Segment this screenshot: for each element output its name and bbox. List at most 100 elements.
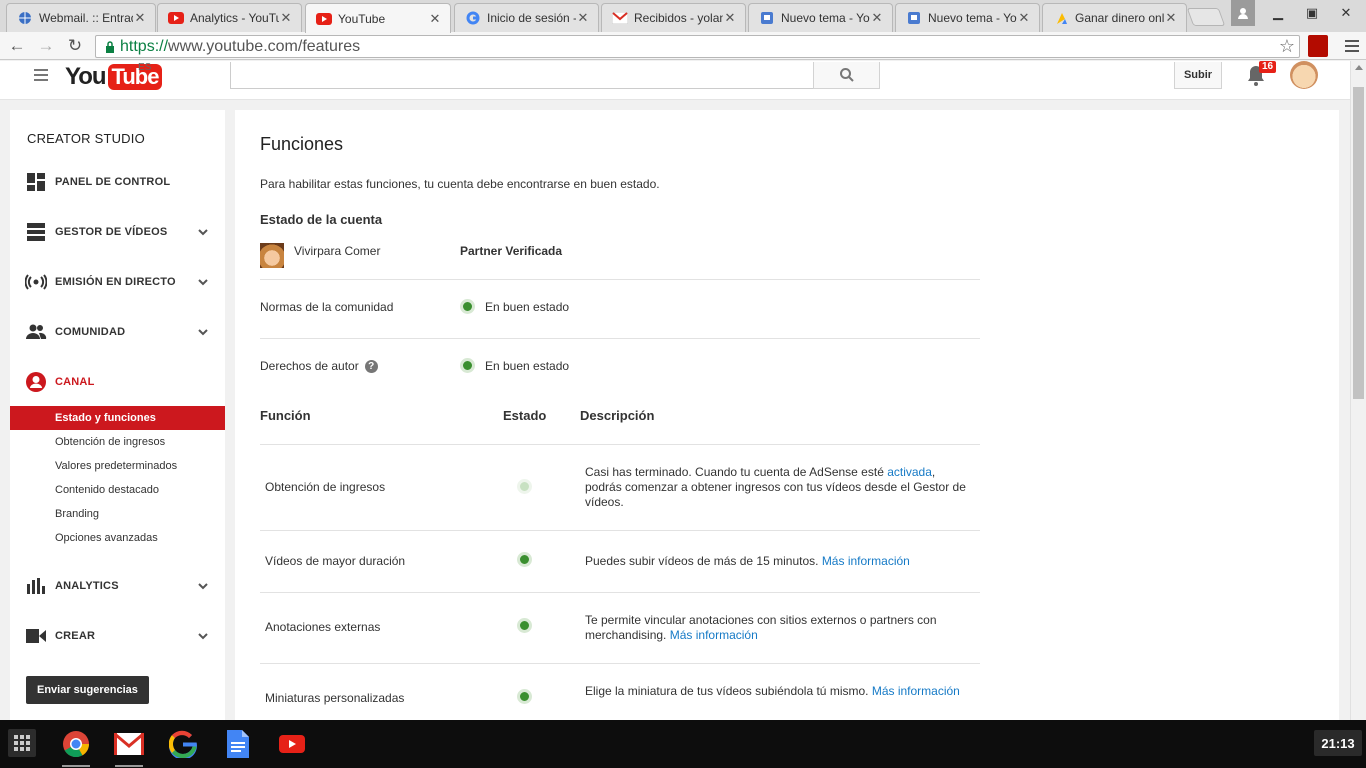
browser-tab[interactable]: Nuevo tema - You ✕ bbox=[895, 3, 1040, 32]
community-guidelines-status: En buen estado bbox=[460, 299, 569, 314]
status-good-icon bbox=[517, 618, 532, 633]
user-profile-icon[interactable] bbox=[1231, 0, 1255, 26]
tab-title: Nuevo tema - You bbox=[781, 11, 870, 25]
feature-description: Te permite vincular anotaciones con siti… bbox=[585, 613, 937, 642]
forum-icon bbox=[906, 10, 922, 26]
guide-menu-icon[interactable] bbox=[34, 69, 48, 81]
browser-tab-active[interactable]: YouTube ✕ bbox=[305, 3, 451, 33]
browser-menu-icon[interactable] bbox=[1342, 35, 1362, 57]
url-scheme: https:// bbox=[120, 37, 169, 55]
search-input[interactable] bbox=[230, 62, 814, 89]
chevron-down-icon[interactable] bbox=[197, 276, 209, 288]
feature-name: Obtención de ingresos bbox=[265, 480, 386, 494]
upload-button[interactable]: Subir bbox=[1174, 62, 1222, 89]
scroll-up-icon[interactable] bbox=[1355, 65, 1363, 70]
close-tab-icon[interactable]: ✕ bbox=[1017, 10, 1031, 26]
column-header-function: Función bbox=[260, 408, 311, 423]
sidebar-subitem-valores-predeterminados[interactable]: Valores predeterminados bbox=[10, 454, 225, 478]
channel-avatar bbox=[260, 243, 284, 268]
status-good-icon bbox=[460, 299, 475, 314]
google-icon[interactable] bbox=[168, 729, 198, 759]
tab-title: Nuevo tema - You bbox=[928, 11, 1017, 25]
sidebar-item-analytics[interactable]: ANALYTICS bbox=[10, 571, 225, 601]
youtube-icon[interactable] bbox=[277, 729, 307, 759]
browser-tab[interactable]: Webmail. :: Entrad ✕ bbox=[6, 3, 156, 32]
active-app-indicator bbox=[115, 765, 143, 767]
new-tab-button[interactable] bbox=[1186, 8, 1226, 26]
chevron-down-icon[interactable] bbox=[197, 630, 209, 642]
chrome-icon[interactable] bbox=[61, 729, 91, 759]
forward-icon[interactable]: → bbox=[35, 35, 57, 57]
sidebar-item-panel-de-control[interactable]: PANEL DE CONTROL bbox=[10, 167, 225, 197]
scroll-thumb[interactable] bbox=[1353, 87, 1364, 399]
youtube-icon bbox=[316, 11, 332, 27]
close-tab-icon[interactable]: ✕ bbox=[576, 10, 590, 26]
divider bbox=[260, 592, 980, 593]
sidebar-item-crear[interactable]: CREAR bbox=[10, 621, 225, 651]
send-feedback-button[interactable]: Enviar sugerencias bbox=[26, 676, 149, 704]
sidebar-item-emision-en-directo[interactable]: EMISIÓN EN DIRECTO bbox=[10, 267, 225, 297]
browser-tab[interactable]: Analytics - YouTul ✕ bbox=[157, 3, 302, 32]
avatar[interactable] bbox=[1290, 61, 1318, 89]
sidebar-subitem-opciones-avanzadas[interactable]: Opciones avanzadas bbox=[10, 526, 225, 550]
browser-tab[interactable]: Ganar dinero onli ✕ bbox=[1042, 3, 1187, 32]
status-pending-icon bbox=[517, 479, 532, 494]
active-app-indicator bbox=[62, 765, 90, 767]
page-scrollbar[interactable] bbox=[1350, 61, 1366, 720]
help-icon[interactable]: ? bbox=[364, 359, 378, 373]
sidebar-item-label: PANEL DE CONTROL bbox=[55, 176, 171, 188]
chevron-down-icon[interactable] bbox=[197, 326, 209, 338]
more-info-link[interactable]: Más información bbox=[670, 628, 758, 642]
status-good-icon bbox=[517, 552, 532, 567]
app-launcher-icon[interactable] bbox=[8, 729, 36, 757]
sidebar-item-label: CREAR bbox=[55, 630, 96, 642]
browser-tab[interactable]: Nuevo tema - You ✕ bbox=[748, 3, 893, 32]
system-clock[interactable]: 21:13 bbox=[1314, 730, 1362, 756]
address-bar[interactable]: https://www.youtube.com/features ☆ bbox=[95, 35, 1300, 58]
standing-label: Derechos de autor bbox=[260, 359, 359, 373]
sidebar-item-label: EMISIÓN EN DIRECTO bbox=[55, 276, 176, 288]
sidebar-subitem-estado-y-funciones[interactable]: Estado y funciones bbox=[10, 406, 225, 430]
docs-icon[interactable] bbox=[223, 729, 253, 759]
tab-title: YouTube bbox=[338, 11, 386, 26]
sidebar-subitem-contenido-destacado[interactable]: Contenido destacado bbox=[10, 478, 225, 502]
divider bbox=[260, 338, 980, 339]
close-tab-icon[interactable]: ✕ bbox=[870, 10, 884, 26]
sidebar-subitem-obtencion-de-ingresos[interactable]: Obtención de ingresos bbox=[10, 430, 225, 454]
status-text: En buen estado bbox=[485, 299, 570, 314]
sidebar-item-label: COMUNIDAD bbox=[55, 326, 126, 338]
globe-icon bbox=[17, 10, 33, 26]
close-tab-icon[interactable]: ✕ bbox=[279, 10, 293, 26]
close-window-icon[interactable]: ✕ bbox=[1326, 0, 1366, 26]
browser-tab[interactable]: Recibidos - yolan ✕ bbox=[601, 3, 746, 32]
sidebar-item-canal[interactable]: CANAL bbox=[10, 367, 225, 397]
sidebar-title: CREATOR STUDIO bbox=[27, 131, 145, 146]
close-tab-icon[interactable]: ✕ bbox=[428, 11, 442, 27]
reload-icon[interactable]: ↻ bbox=[64, 35, 86, 57]
feature-description: Puedes subir vídeos de más de 15 minutos… bbox=[585, 554, 910, 568]
pdf-extension-icon[interactable] bbox=[1308, 35, 1328, 57]
chevron-down-icon[interactable] bbox=[197, 580, 209, 592]
sidebar-item-gestor-de-videos[interactable]: GESTOR DE VÍDEOS bbox=[10, 217, 225, 247]
sidebar-subitem-branding[interactable]: Branding bbox=[10, 502, 225, 526]
column-header-description: Descripción bbox=[580, 408, 655, 423]
url-path: www.youtube.com/features bbox=[168, 37, 361, 55]
back-icon[interactable]: ← bbox=[6, 35, 28, 57]
chevron-down-icon[interactable] bbox=[197, 226, 209, 238]
browser-tabstrip: Webmail. :: Entrad ✕ Analytics - YouTul … bbox=[0, 0, 1366, 33]
more-info-link[interactable]: Más información bbox=[872, 684, 960, 698]
close-tab-icon[interactable]: ✕ bbox=[1164, 10, 1178, 26]
sidebar-item-label: GESTOR DE VÍDEOS bbox=[55, 226, 168, 238]
gmail-icon[interactable] bbox=[114, 729, 144, 759]
analytics-icon bbox=[25, 576, 47, 596]
more-info-link[interactable]: Más información bbox=[822, 554, 910, 568]
standing-label: Normas de la comunidad bbox=[260, 300, 394, 314]
activate-link[interactable]: activada bbox=[887, 465, 932, 479]
search-button[interactable] bbox=[813, 62, 880, 89]
sidebar-item-comunidad[interactable]: COMUNIDAD bbox=[10, 317, 225, 347]
close-tab-icon[interactable]: ✕ bbox=[723, 10, 737, 26]
browser-tab[interactable]: Inicio de sesión - ✕ bbox=[454, 3, 599, 32]
close-tab-icon[interactable]: ✕ bbox=[133, 10, 147, 26]
account-status-heading: Estado de la cuenta bbox=[260, 212, 383, 227]
bookmark-star-icon[interactable]: ☆ bbox=[1279, 36, 1295, 57]
